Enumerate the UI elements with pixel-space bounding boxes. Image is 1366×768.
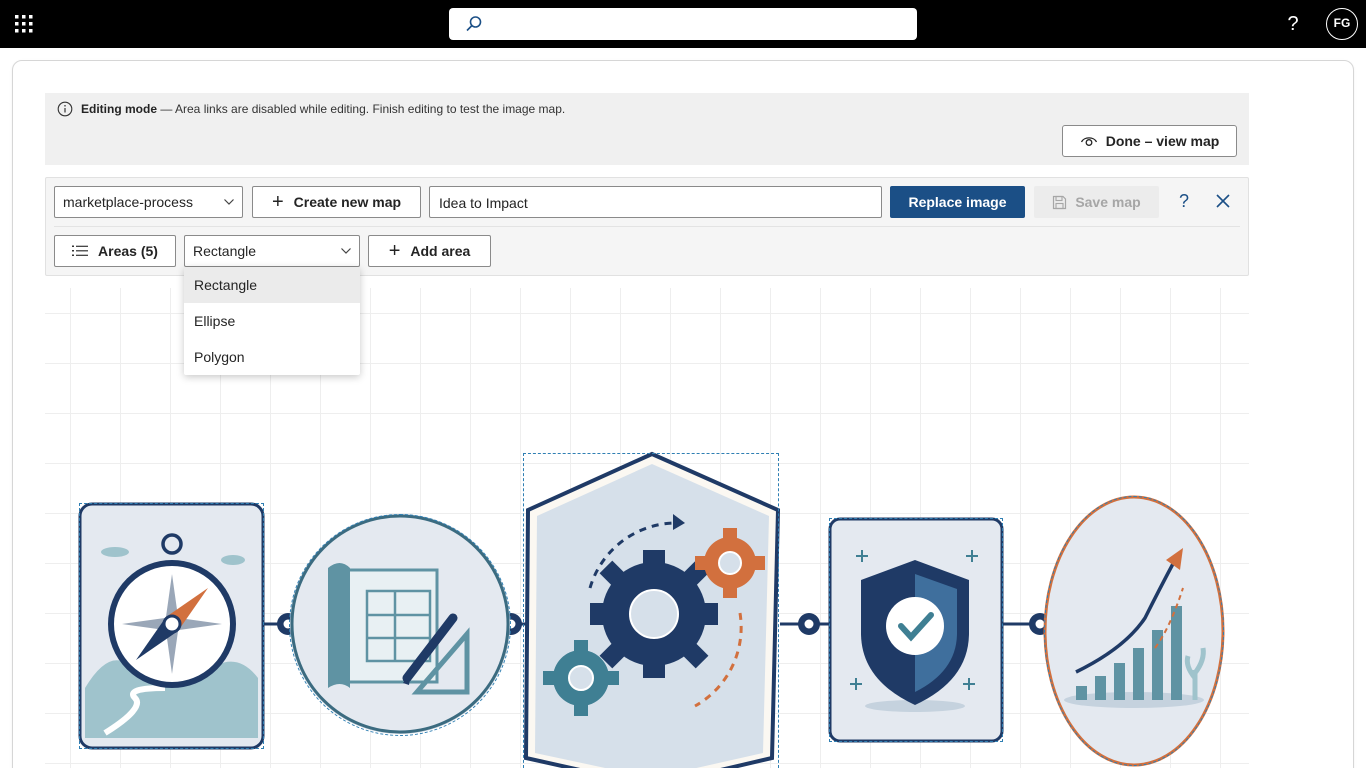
banner-text: — Area links are disabled while editing.…	[157, 102, 566, 116]
user-avatar[interactable]: FG	[1326, 8, 1358, 40]
banner-title: Editing mode	[81, 102, 157, 116]
done-view-map-button[interactable]: Done – view map	[1062, 125, 1237, 157]
editor-help-button[interactable]: ?	[1172, 189, 1196, 213]
search-icon	[466, 16, 482, 32]
app-launcher-icon[interactable]	[14, 14, 34, 34]
info-icon	[57, 101, 73, 117]
list-icon	[72, 245, 89, 256]
replace-image-button[interactable]: Replace image	[890, 186, 1025, 218]
map-area-blueprint[interactable]	[289, 514, 511, 736]
shape-option-ellipse[interactable]: Ellipse	[184, 303, 360, 339]
map-area-compass[interactable]	[79, 503, 264, 749]
save-map-button[interactable]: Save map	[1034, 186, 1159, 218]
save-label: Save map	[1075, 194, 1141, 210]
map-area-shield[interactable]	[829, 518, 1003, 742]
close-icon[interactable]	[1212, 190, 1234, 212]
areas-label: Areas (5)	[98, 243, 158, 259]
map-select[interactable]: marketplace-process	[54, 186, 243, 218]
search-box[interactable]	[449, 8, 917, 40]
toolbar-divider	[54, 226, 1240, 227]
shape-dropdown-menu: Rectangle Ellipse Polygon	[184, 267, 360, 375]
chevron-down-icon	[341, 248, 351, 254]
chevron-down-icon	[224, 199, 234, 205]
done-label: Done – view map	[1105, 133, 1220, 149]
shape-select-value: Rectangle	[193, 243, 257, 259]
map-area-growth[interactable]	[1044, 496, 1224, 766]
shape-option-polygon[interactable]: Polygon	[184, 339, 360, 375]
plus-icon: +	[388, 240, 401, 262]
map-area-gears[interactable]	[523, 453, 779, 768]
shape-option-rectangle[interactable]: Rectangle	[184, 267, 360, 303]
top-bar: ? FG	[0, 0, 1366, 48]
areas-list-button[interactable]: Areas (5)	[54, 235, 176, 267]
add-area-label: Add area	[410, 243, 471, 259]
save-icon	[1053, 195, 1067, 209]
help-button[interactable]: ?	[1280, 12, 1306, 36]
create-new-map-button[interactable]: + Create new map	[252, 186, 421, 218]
shape-select[interactable]: Rectangle	[184, 235, 360, 267]
create-label: Create new map	[293, 194, 402, 210]
add-area-button[interactable]: + Add area	[368, 235, 491, 267]
banner-message: Editing mode — Area links are disabled w…	[81, 102, 565, 116]
plus-icon: +	[271, 191, 284, 213]
map-title-input[interactable]: Idea to Impact	[429, 186, 882, 218]
map-select-value: marketplace-process	[63, 194, 193, 210]
eye-icon	[1080, 137, 1097, 146]
